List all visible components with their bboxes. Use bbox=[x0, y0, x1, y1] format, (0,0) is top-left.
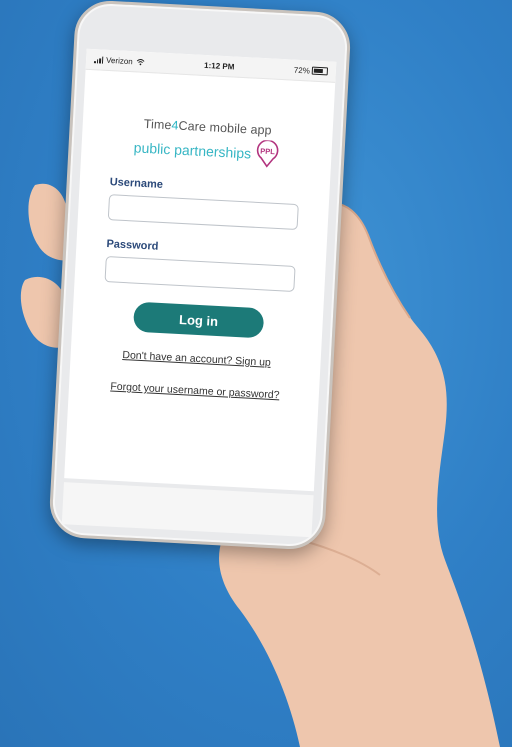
signup-link[interactable]: Don't have an account? Sign up bbox=[100, 348, 292, 370]
phone-screen: Verizon 1:12 PM 72% Time4Care mobile app bbox=[64, 48, 337, 492]
company-name: public partnerships bbox=[133, 139, 252, 162]
battery-fill bbox=[313, 68, 323, 74]
ppl-logo-text: PPL bbox=[260, 146, 275, 156]
battery-percent: 72% bbox=[293, 65, 311, 75]
app-name-prefix: Time bbox=[143, 116, 172, 133]
brand-header: Time4Care mobile app public partnerships… bbox=[81, 114, 333, 172]
carrier-status: Verizon bbox=[93, 55, 145, 67]
password-input[interactable] bbox=[104, 256, 296, 292]
username-input[interactable] bbox=[107, 194, 299, 231]
wifi-icon bbox=[136, 58, 145, 65]
forgot-credentials-link[interactable]: Forgot your username or password? bbox=[99, 380, 291, 402]
battery-status: 72% bbox=[293, 65, 329, 76]
carrier-name: Verizon bbox=[105, 55, 134, 66]
login-form: Username Password Log in Don't have an a… bbox=[69, 175, 330, 404]
app-name-suffix: Care mobile app bbox=[178, 118, 273, 138]
phone-frame: Verizon 1:12 PM 72% Time4Care mobile app bbox=[48, 0, 352, 551]
signal-bars-icon bbox=[93, 56, 104, 64]
phone-bottom-bar bbox=[61, 482, 314, 538]
login-button[interactable]: Log in bbox=[132, 301, 265, 339]
status-time: 1:12 PM bbox=[203, 60, 235, 72]
status-bar: Verizon 1:12 PM 72% bbox=[85, 48, 337, 83]
battery-icon bbox=[311, 66, 329, 76]
ppl-logo: PPL bbox=[256, 139, 279, 168]
